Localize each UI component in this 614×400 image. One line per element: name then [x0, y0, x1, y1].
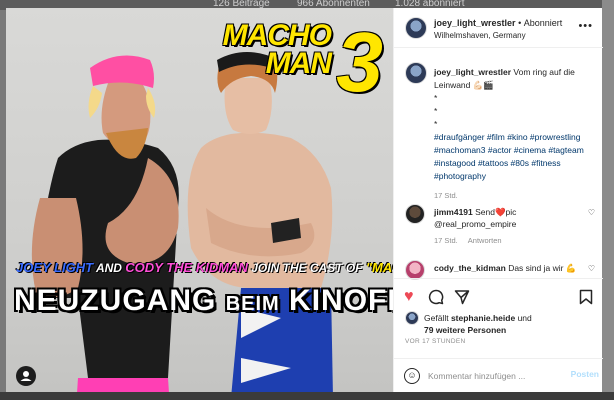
comment-username[interactable]: jimm4191: [434, 207, 473, 217]
post-image[interactable]: MACHO MAN 3 JOEY LIGHT AND CODY THE KIDM…: [6, 8, 393, 392]
comment-text-block: cody_the_kidman Das sind ja wir 💪: [434, 262, 582, 274]
comment-meta: 17 Std. Antworten: [434, 236, 502, 245]
post-comment-button[interactable]: Posten: [571, 369, 599, 379]
caption-avatar[interactable]: [405, 62, 427, 84]
movie-title-logo: MACHO MAN 3: [222, 19, 383, 104]
cast-name-1: JOEY LIGHT: [16, 260, 94, 275]
likes-others-link[interactable]: 79 weitere Personen: [424, 325, 506, 335]
headline-word-1: NEUZUGANG: [14, 284, 217, 317]
headline-word-2: BEIM: [225, 293, 280, 315]
post-age[interactable]: VOR 17 STUNDEN: [405, 338, 466, 345]
backdrop-bottom: [0, 392, 614, 400]
likes-prefix: Gefällt: [424, 313, 449, 323]
title-word-1: MACHO: [222, 19, 332, 52]
liker-username[interactable]: stephanie.heide: [451, 313, 515, 323]
user-icon: [20, 371, 32, 381]
title-word-2: MAN: [265, 46, 332, 80]
likes-connector: und: [517, 313, 532, 323]
post-details-panel: joey_light_wrestler • Abonniert Wilhelms…: [393, 8, 603, 392]
author-line: joey_light_wrestler • Abonniert: [434, 18, 562, 28]
liker-avatar[interactable]: [405, 311, 419, 325]
like-heart-icon[interactable]: ♥: [404, 289, 414, 305]
caption-username[interactable]: joey_light_wrestler: [434, 67, 511, 77]
commenter-avatar[interactable]: [405, 204, 425, 224]
title-number: 3: [336, 15, 383, 109]
caption-bullet: *: [434, 106, 438, 116]
wrestler-right-figure: [187, 52, 333, 392]
caption-text-block: joey_light_wrestler Vom ring auf die Lei…: [434, 66, 594, 202]
comment-like-heart-icon[interactable]: ♡: [588, 264, 595, 273]
comment-text-block: jimm4191 Send❤️pic @real_promo_empire: [434, 206, 582, 230]
commenter-avatar[interactable]: [405, 260, 425, 280]
cast-name-2: CODY THE KIDMAN: [125, 260, 248, 275]
comment-icon[interactable]: [428, 289, 444, 305]
share-icon[interactable]: [454, 289, 470, 305]
wrestler-left-figure: [31, 55, 179, 392]
caption-time[interactable]: 17 Std.: [434, 191, 458, 200]
following-button[interactable]: Abonniert: [524, 18, 563, 28]
post-header: joey_light_wrestler • Abonniert Wilhelms…: [394, 8, 603, 48]
likes-text: Gefällt stephanie.heide und 79 weitere P…: [424, 312, 532, 336]
cast-announcement: JOEY LIGHT AND CODY THE KIDMAN JOIN THE …: [16, 260, 393, 275]
caption-bullet: *: [434, 93, 438, 103]
cast-and: AND: [95, 261, 122, 275]
cast-join: JOIN THE CAST OF: [251, 261, 363, 275]
comment-time[interactable]: 17 Std.: [434, 236, 458, 245]
caption-bullet: *: [434, 119, 438, 129]
header-separator: •: [518, 18, 522, 28]
tagged-users-button[interactable]: [16, 366, 36, 386]
post-location[interactable]: Wilhelmshaven, Germany: [434, 31, 526, 40]
comment-text: Das sind ja wir 💪: [508, 263, 577, 273]
headline-word-3: KINOFILM: [289, 284, 393, 317]
comment-input[interactable]: [428, 368, 558, 384]
comment-like-heart-icon[interactable]: ♡: [588, 208, 595, 217]
bookmark-icon[interactable]: [579, 289, 593, 305]
author-avatar[interactable]: [405, 17, 427, 39]
emoji-icon[interactable]: ☺: [404, 368, 420, 384]
comment-username[interactable]: cody_the_kidman: [434, 263, 506, 273]
cast-movie: "MACHO MAN 3": [365, 260, 393, 275]
author-username[interactable]: joey_light_wrestler: [434, 18, 516, 28]
backdrop-right: [602, 0, 614, 400]
caption-hashtags[interactable]: #draufgänger #film #kino #prowrestling #…: [434, 132, 584, 181]
reply-button[interactable]: Antworten: [468, 236, 502, 245]
ellipsis-icon[interactable]: •••: [578, 20, 593, 32]
image-headline: NEUZUGANG BEIM KINOFILM: [14, 284, 393, 318]
add-comment-bar: ☺ Posten: [394, 358, 603, 392]
